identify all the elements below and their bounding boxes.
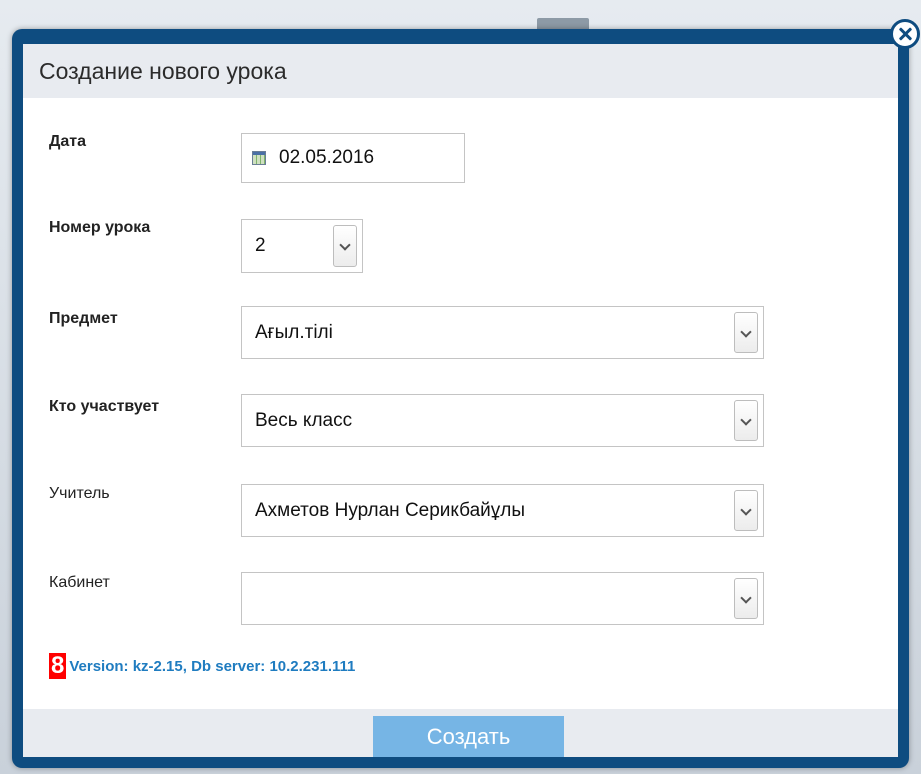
- participants-value: Весь класс: [255, 409, 353, 431]
- version-info: 8 Version: kz-2.15, Db server: 10.2.231.…: [49, 653, 355, 679]
- chevron-down-icon[interactable]: [734, 312, 758, 353]
- chevron-down-icon[interactable]: [734, 578, 758, 619]
- create-button[interactable]: Создать: [373, 716, 564, 757]
- room-label: Кабинет: [49, 574, 110, 591]
- participants-label: Кто участвует: [49, 398, 160, 415]
- lesson-number-label: Номер урока: [49, 219, 151, 236]
- teacher-value: Ахметов Нурлан Серикбайұлы: [255, 499, 526, 521]
- date-value: 02.05.2016: [279, 147, 375, 168]
- version-badge: 8: [49, 652, 67, 679]
- participants-select[interactable]: Весь класс: [241, 394, 764, 447]
- chevron-down-icon[interactable]: [734, 400, 758, 441]
- calendar-icon[interactable]: [252, 151, 266, 165]
- lesson-number-select[interactable]: 2: [241, 219, 363, 273]
- dialog-title: Создание нового урока: [39, 58, 287, 84]
- dialog-title-bar: Создание нового урока: [23, 44, 898, 98]
- teacher-label: Учитель: [49, 485, 110, 502]
- subject-select[interactable]: Ағыл.тілі: [241, 306, 764, 359]
- subject-value: Ағыл.тілі: [255, 321, 333, 343]
- subject-label: Предмет: [49, 310, 118, 327]
- lesson-number-value: 2: [255, 235, 266, 256]
- room-select[interactable]: [241, 572, 764, 625]
- date-field[interactable]: 02.05.2016: [241, 133, 465, 183]
- close-icon[interactable]: [890, 19, 920, 49]
- chevron-down-icon[interactable]: [333, 225, 357, 267]
- teacher-select[interactable]: Ахметов Нурлан Серикбайұлы: [241, 484, 764, 537]
- version-text: Version: kz-2.15, Db server: 10.2.231.11…: [69, 657, 356, 675]
- new-lesson-dialog: Создание нового урока Дата 02.05.2016 Но…: [12, 29, 909, 768]
- chevron-down-icon[interactable]: [734, 490, 758, 531]
- dialog-body: Создание нового урока Дата 02.05.2016 Но…: [23, 44, 898, 757]
- date-label: Дата: [49, 133, 87, 150]
